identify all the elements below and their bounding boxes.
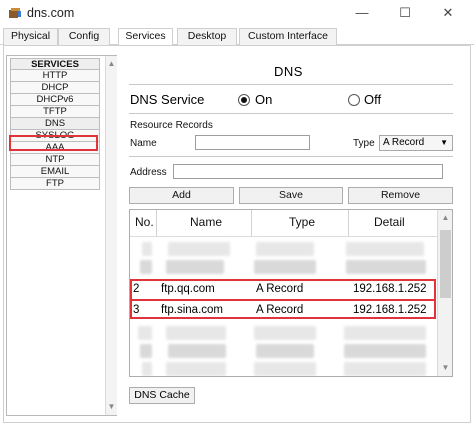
header-divider <box>130 236 437 237</box>
redacted-cell <box>344 326 426 340</box>
redacted-cell <box>256 242 314 256</box>
service-item-email[interactable]: EMAIL <box>10 166 100 178</box>
add-button[interactable]: Add <box>129 187 234 204</box>
redacted-cell <box>254 362 316 376</box>
services-list: SERVICES HTTP DHCP DHCPv6 TFTP DNS SYSLO… <box>6 55 117 416</box>
scroll-up-icon[interactable]: ▲ <box>106 58 117 69</box>
tab-bar: Physical Config Services Desktop Custom … <box>0 28 474 46</box>
chevron-down-icon: ▼ <box>440 138 448 147</box>
services-scrollbar[interactable]: ▲ ▼ <box>105 56 117 415</box>
table-scrollbar[interactable]: ▲ ▼ <box>437 210 452 376</box>
app-icon <box>9 8 21 18</box>
name-label: Name <box>130 138 157 149</box>
tab-services[interactable]: Services <box>118 28 173 46</box>
maximize-button[interactable]: ☐ <box>394 4 416 22</box>
column-divider <box>251 210 252 236</box>
service-item-ftp[interactable]: FTP <box>10 178 100 190</box>
divider <box>129 156 453 157</box>
service-item-ntp[interactable]: NTP <box>10 154 100 166</box>
divider <box>129 84 453 85</box>
column-header-no[interactable]: No. <box>135 215 154 229</box>
redacted-cell <box>140 344 152 358</box>
dns-off-radio[interactable] <box>348 94 360 106</box>
dns-off-label[interactable]: Off <box>364 92 381 107</box>
records-highlight-divider <box>130 299 436 301</box>
services-header: SERVICES <box>10 58 100 70</box>
column-divider <box>348 210 349 236</box>
column-header-name[interactable]: Name <box>190 215 222 229</box>
tab-desktop[interactable]: Desktop <box>177 28 237 45</box>
window-title: dns.com <box>27 6 75 20</box>
redacted-cell <box>142 242 152 256</box>
column-header-detail[interactable]: Detail <box>374 215 405 229</box>
address-label: Address <box>130 167 167 178</box>
redacted-cell <box>166 260 224 274</box>
dns-service-label: DNS Service <box>130 92 205 107</box>
redacted-cell <box>138 326 152 340</box>
minimize-button[interactable]: — <box>351 4 373 22</box>
title-bar: dns.com — ☐ ✕ <box>0 0 474 28</box>
redacted-cell <box>346 260 426 274</box>
redacted-cell <box>168 344 226 358</box>
table-row-redacted[interactable] <box>130 242 437 258</box>
tab-physical[interactable]: Physical <box>3 28 58 45</box>
table-row-redacted[interactable] <box>130 260 437 276</box>
dns-highlight-box <box>9 135 98 151</box>
tab-custom-interface[interactable]: Custom Interface <box>239 28 337 45</box>
scroll-down-icon[interactable]: ▼ <box>106 401 117 412</box>
redacted-cell <box>166 362 226 376</box>
redacted-cell <box>140 260 152 274</box>
type-label: Type <box>353 138 375 149</box>
service-item-dhcp[interactable]: DHCP <box>10 82 100 94</box>
table-row-redacted[interactable] <box>130 344 437 360</box>
type-select[interactable]: A Record ▼ <box>379 135 453 151</box>
redacted-cell <box>344 362 426 376</box>
type-select-value: A Record <box>383 137 425 148</box>
redacted-cell <box>346 242 424 256</box>
scroll-up-icon[interactable]: ▲ <box>440 212 451 223</box>
scroll-down-icon[interactable]: ▼ <box>440 362 451 373</box>
tab-config[interactable]: Config <box>58 28 110 45</box>
dns-on-label[interactable]: On <box>255 92 272 107</box>
service-item-http[interactable]: HTTP <box>10 70 100 82</box>
dns-on-radio[interactable] <box>238 94 250 106</box>
close-button[interactable]: ✕ <box>437 4 459 22</box>
resource-records-label: Resource Records <box>130 120 213 131</box>
remove-button[interactable]: Remove <box>348 187 453 204</box>
redacted-cell <box>166 326 226 340</box>
scroll-thumb[interactable] <box>440 230 451 298</box>
address-input[interactable] <box>173 164 443 179</box>
redacted-cell <box>142 362 152 376</box>
service-item-dhcpv6[interactable]: DHCPv6 <box>10 94 100 106</box>
name-input[interactable] <box>195 135 310 150</box>
dns-cache-button[interactable]: DNS Cache <box>129 387 195 404</box>
redacted-cell <box>254 326 316 340</box>
redacted-cell <box>168 242 230 256</box>
divider <box>129 113 453 114</box>
save-button[interactable]: Save <box>239 187 343 204</box>
table-row-redacted[interactable] <box>130 362 437 376</box>
page-title: DNS <box>274 64 303 79</box>
column-divider <box>156 210 157 236</box>
service-item-dns[interactable]: DNS <box>10 118 100 130</box>
redacted-cell <box>254 260 316 274</box>
column-header-type[interactable]: Type <box>289 215 315 229</box>
service-item-tftp[interactable]: TFTP <box>10 106 100 118</box>
table-row-redacted[interactable] <box>130 326 437 342</box>
redacted-cell <box>256 344 314 358</box>
redacted-cell <box>344 344 426 358</box>
